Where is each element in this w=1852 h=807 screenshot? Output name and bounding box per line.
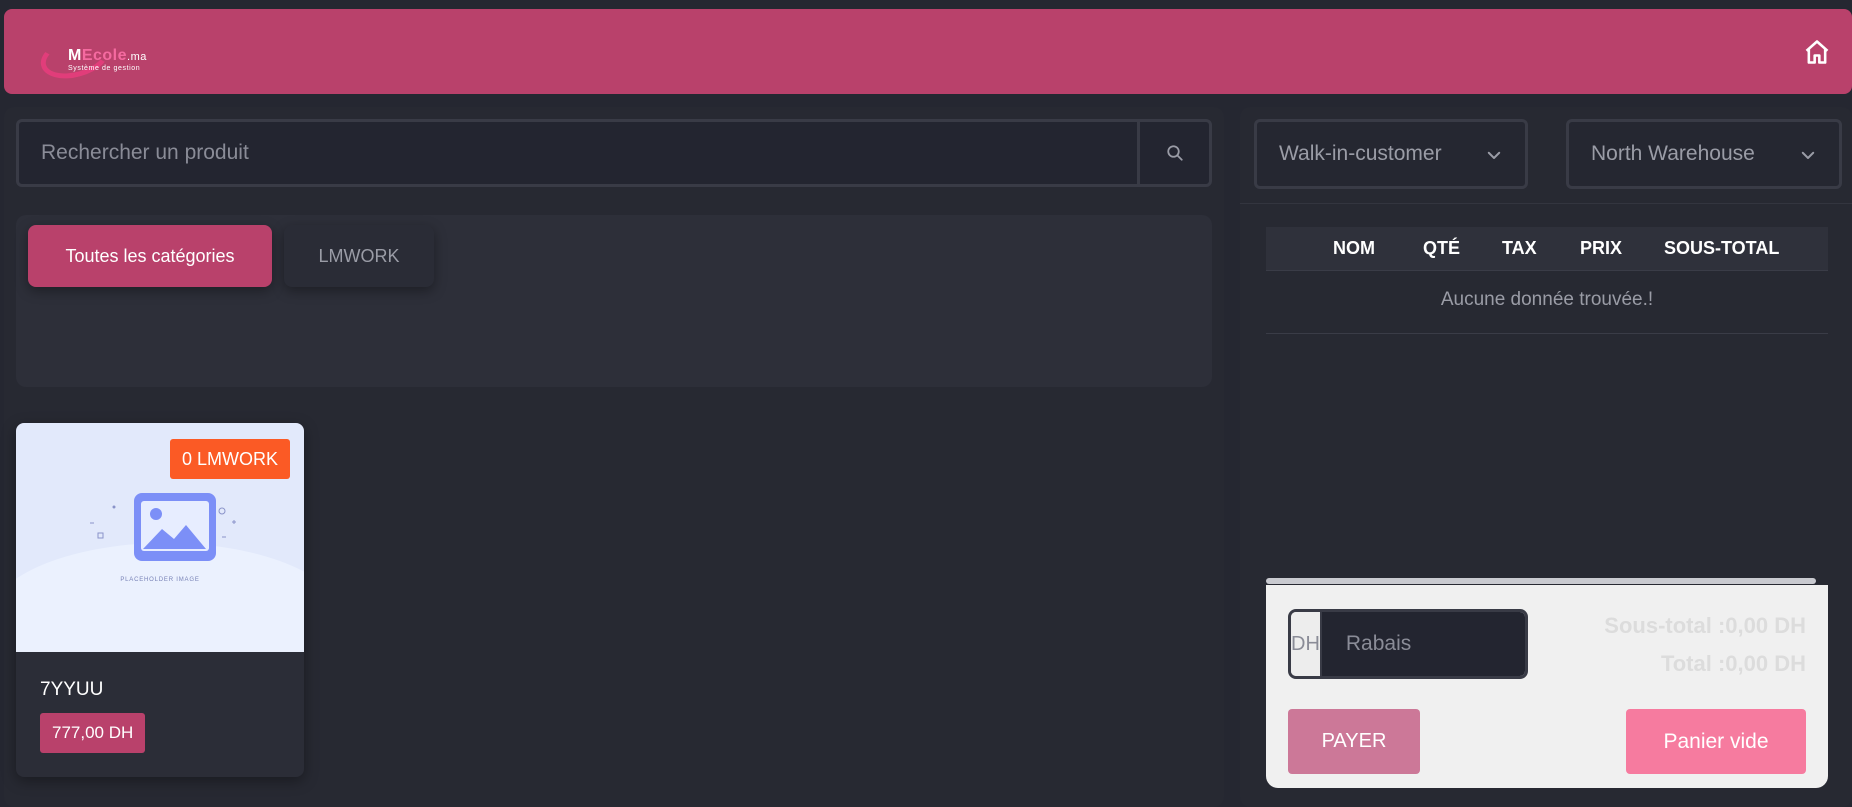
home-icon (1805, 40, 1829, 64)
horizontal-scrollbar[interactable] (1266, 578, 1816, 584)
product-image: PLACEHOLDER IMAGE 0 LMWORK (16, 423, 304, 652)
warehouse-select[interactable]: North Warehouse (1566, 119, 1842, 189)
logo-brand-suffix: .ma (127, 51, 147, 63)
product-name: 7YYUU (40, 679, 104, 700)
search-icon (1166, 145, 1183, 161)
product-price: 777,00 DH (40, 713, 146, 753)
warehouse-select-value: North Warehouse (1591, 142, 1755, 165)
search-bar (16, 119, 1212, 187)
search-input[interactable] (19, 122, 1143, 184)
product-card[interactable]: PLACEHOLDER IMAGE 0 LMWORK 7YYUU 777,00 … (16, 423, 304, 777)
empty-cart-button[interactable]: Panier vide (1626, 709, 1806, 774)
logo-brand-accent: Ecole (81, 47, 128, 64)
logo-text: MEcole.ma (68, 47, 147, 65)
category-lmwork-button[interactable]: LMWORK (284, 225, 434, 287)
logo-tagline: Système de gestion (68, 65, 141, 72)
column-header-qte: QTÉ (1423, 238, 1461, 258)
placeholder-image-caption: PLACEHOLDER IMAGE (120, 577, 200, 583)
table-divider (1266, 333, 1828, 334)
home-button[interactable] (1800, 35, 1834, 69)
cart-table-header: NOM QTÉ TAX PRIX SOUS-TOTAL (1266, 227, 1828, 270)
column-header-nom: NOM (1333, 238, 1375, 258)
placeholder-image-icon (90, 493, 236, 561)
top-header: MEcole.ma Système de gestion (4, 9, 1852, 94)
subtotal-value: Sous-total :0,00 DH (1604, 613, 1806, 638)
cart-panel: Walk-in-customer North Warehouse NOM QTÉ… (1240, 107, 1852, 807)
totals-panel: DH Sous-total :0,00 DH Total :0,00 DH PA… (1266, 585, 1828, 788)
logo[interactable]: MEcole.ma Système de gestion (36, 28, 160, 86)
pay-button[interactable]: PAYER (1288, 709, 1420, 774)
customer-select[interactable]: Walk-in-customer (1254, 119, 1528, 189)
discount-unit-label: DH (1291, 612, 1322, 676)
chevron-down-icon (1487, 151, 1501, 159)
chevron-down-icon (1801, 151, 1815, 159)
category-all-button[interactable]: Toutes les catégories (28, 225, 272, 287)
logo-brand-prefix: M (68, 47, 82, 64)
total-value: Total :0,00 DH (1660, 651, 1806, 676)
products-panel: Toutes les catégories LMWORK PLACEHOLDER… (4, 107, 1224, 807)
column-header-tax: TAX (1502, 238, 1537, 258)
stock-badge: 0 LMWORK (169, 439, 290, 479)
table-divider (1266, 270, 1828, 271)
column-header-sous-total: SOUS-TOTAL (1664, 238, 1780, 258)
customer-select-value: Walk-in-customer (1279, 142, 1442, 165)
column-header-prix: PRIX (1580, 238, 1623, 258)
discount-input[interactable] (1321, 612, 1525, 676)
search-button[interactable] (1137, 122, 1209, 184)
divider (1240, 203, 1852, 204)
empty-table-message: Aucune donnée trouvée.! (1440, 289, 1654, 310)
discount-field-group: DH (1288, 609, 1528, 679)
